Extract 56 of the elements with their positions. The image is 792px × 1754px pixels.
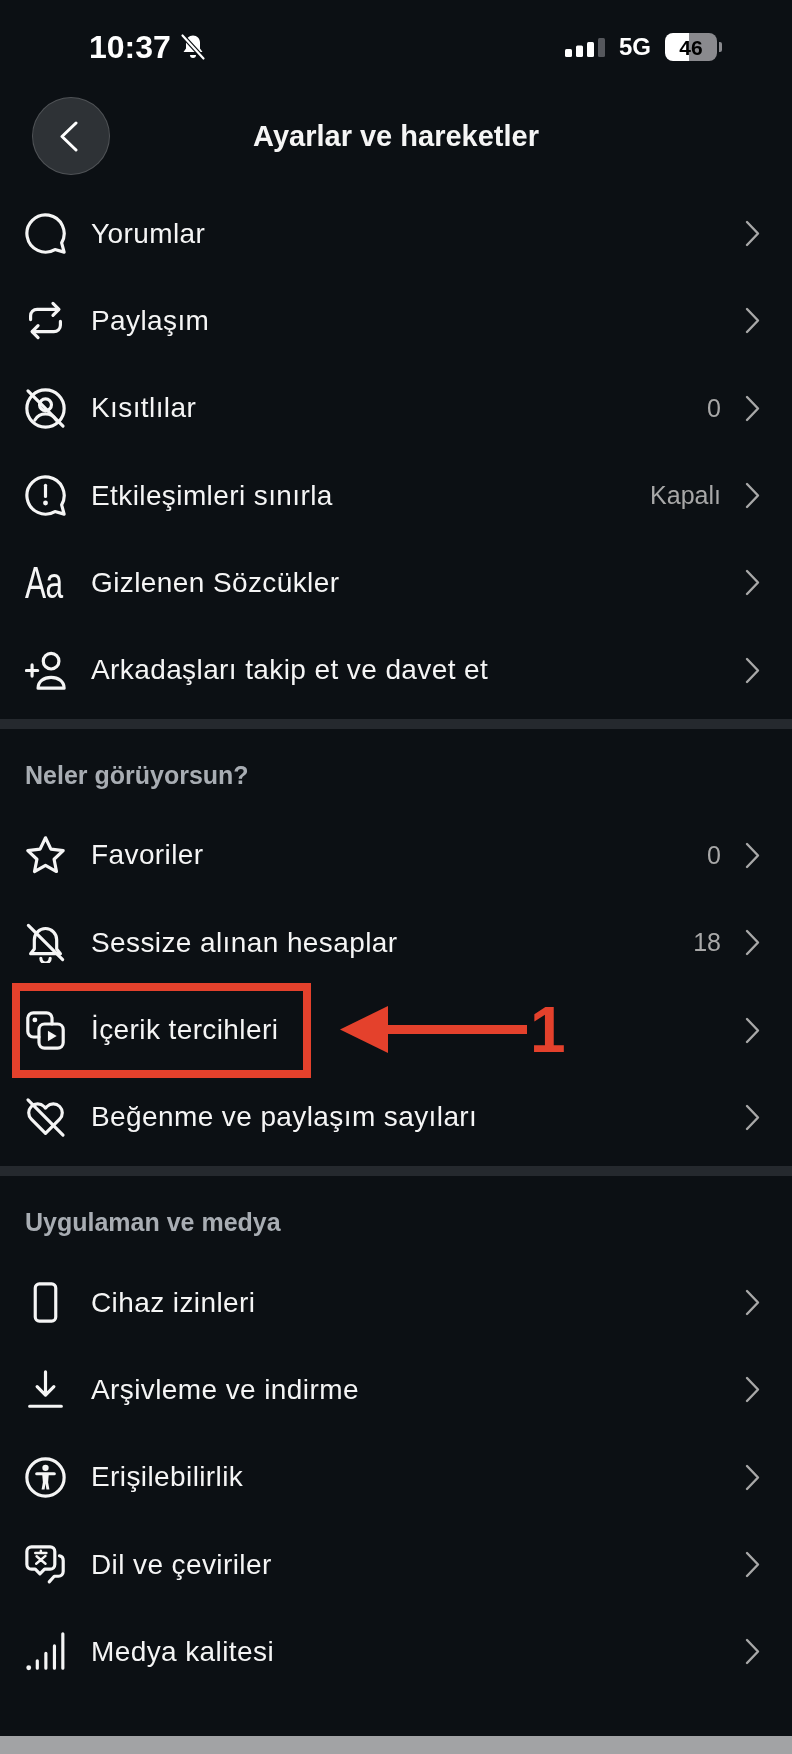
chevron-right-icon (745, 482, 760, 510)
chevron-right-icon (745, 220, 760, 248)
menu-item[interactable]: Dil ve çeviriler (91, 1548, 272, 1581)
menu-item[interactable]: Arkadaşları takip et ve davet et (91, 654, 489, 687)
page-title: Ayarlar ve hareketler (253, 119, 539, 153)
media-play-icon (25, 1009, 66, 1051)
bell-slash-icon (179, 33, 206, 61)
comment-bubble-icon (25, 213, 66, 255)
menu-item[interactable]: Yorumlar (91, 217, 206, 250)
add-person-icon (25, 649, 66, 691)
chevron-right-icon (745, 1463, 760, 1491)
menu-item[interactable]: Cihaz izinleri (91, 1286, 256, 1319)
bell-slash-icon (25, 922, 66, 964)
star-icon (25, 834, 66, 876)
chevron-right-icon (745, 1103, 760, 1131)
chevron-right-icon (745, 1376, 760, 1404)
signal-icon (565, 37, 605, 57)
item-value: 0 (707, 393, 721, 423)
chevron-right-icon (745, 307, 760, 335)
menu-item[interactable]: Sessize alınan hesaplar (91, 926, 398, 959)
menu-item[interactable]: Arşivleme ve indirme (91, 1373, 359, 1406)
item-value: 0 (707, 840, 721, 870)
chevron-right-icon (745, 1551, 760, 1578)
chevron-right-icon (745, 656, 760, 684)
menu-item[interactable]: Erişilebilirlik (91, 1461, 244, 1494)
heart-slash-icon (25, 1096, 66, 1138)
chevron-right-icon (745, 1016, 760, 1044)
chevron-right-icon (745, 929, 760, 957)
person-slash-icon (25, 387, 66, 429)
menu-item[interactable]: Gizlenen Sözcükler (91, 566, 340, 599)
chevron-right-icon (745, 569, 760, 597)
menu-item[interactable]: İçerik tercihleri (91, 1014, 279, 1046)
chevron-right-icon (745, 841, 760, 869)
status-time: 10:37 (89, 31, 171, 63)
chevron-right-icon (745, 1638, 760, 1666)
download-icon (25, 1369, 66, 1411)
section-title: Neler görüyorsun? (25, 760, 249, 789)
item-value: Kapalı (650, 481, 721, 511)
menu-item[interactable]: Paylaşım (91, 304, 210, 337)
callout-number: 1 (530, 998, 566, 1063)
menu-item[interactable]: Kısıtlılar (91, 392, 197, 425)
chevron-right-icon (745, 1289, 760, 1317)
signal-bars-icon (25, 1631, 66, 1673)
translate-bubbles-icon (25, 1544, 66, 1585)
menu-item[interactable]: Beğenme ve paylaşım sayıları (91, 1101, 478, 1134)
menu-item[interactable]: Favoriler (91, 839, 204, 872)
chevron-right-icon (745, 394, 760, 422)
network-type: 5G (619, 35, 651, 59)
item-value: 18 (693, 928, 721, 958)
section-title: Uygulaman ve medya (25, 1207, 281, 1236)
menu-item[interactable]: Etkileşimleri sınırla (91, 479, 333, 512)
accessibility-icon (25, 1456, 66, 1498)
exclamation-bubble-icon (25, 475, 66, 517)
menu-item[interactable]: Medya kalitesi (91, 1635, 274, 1668)
text-size-icon: Aa (25, 562, 63, 603)
back-chevron-icon (59, 120, 79, 152)
